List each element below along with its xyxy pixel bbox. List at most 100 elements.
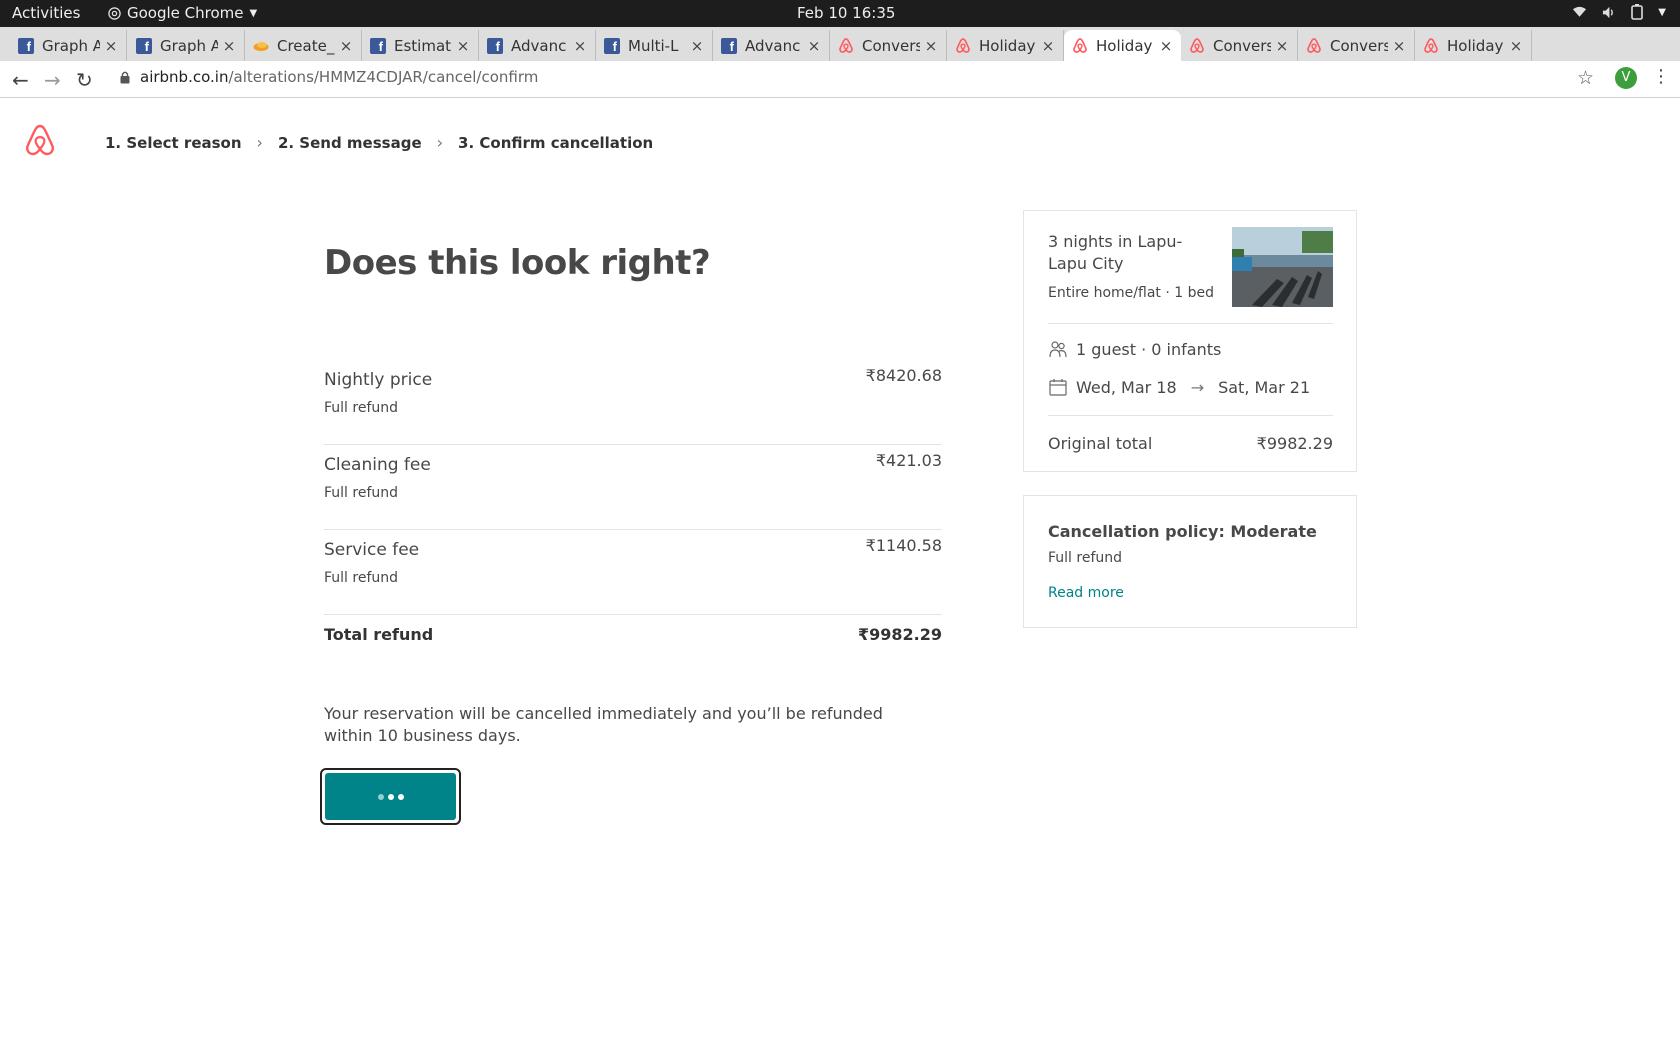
airbnb-logo-icon[interactable] — [25, 124, 55, 156]
address-bar[interactable]: airbnb.co.in/alterations/HMMZ4CDJAR/canc… — [120, 68, 538, 86]
url-path: /alterations/HMMZ4CDJAR/cancel/confirm — [228, 68, 539, 86]
forward-button[interactable]: → — [44, 68, 61, 92]
step-confirm-cancellation: 3. Confirm cancellation — [458, 133, 654, 152]
check-out-date: Sat, Mar 21 — [1218, 377, 1311, 397]
browser-tab[interactable]: f Advanc × — [713, 30, 830, 61]
browser-tab[interactable]: Create_ × — [245, 30, 362, 61]
breadcrumb: 1. Select reason › 2. Send message › 3. … — [105, 133, 653, 152]
close-tab-icon[interactable]: × — [924, 37, 938, 55]
browser-tab[interactable]: f Graph A × — [128, 30, 245, 61]
browser-tab[interactable]: Holiday × — [1064, 30, 1181, 61]
close-tab-icon[interactable]: × — [104, 37, 118, 55]
page-title: Does this look right? — [324, 243, 711, 283]
line-item-refund: Full refund — [324, 485, 399, 501]
clock[interactable]: Feb 10 16:35 — [797, 4, 895, 22]
close-tab-icon[interactable]: × — [1041, 37, 1055, 55]
line-item-label: Cleaning fee — [324, 455, 431, 475]
chevron-right-icon: › — [436, 133, 444, 152]
chevron-right-icon: › — [256, 133, 263, 152]
line-item-amount: ₹1140.58 — [865, 536, 942, 555]
total-refund-label: Total refund — [324, 625, 434, 644]
tab-title: Graph A — [42, 36, 100, 55]
os-top-bar: Activities Google Chrome ▼ Feb 10 16:35 … — [0, 0, 1680, 27]
airbnb-icon — [1072, 38, 1088, 54]
tab-title: Multi-L — [628, 36, 679, 55]
browser-tab[interactable]: f Multi-L × — [596, 30, 713, 61]
browser-tab[interactable]: f Estimat × — [362, 30, 479, 61]
url-host: airbnb.co.in — [140, 68, 229, 86]
browser-tab[interactable]: Holiday × — [1415, 30, 1532, 61]
close-tab-icon[interactable]: × — [1392, 37, 1406, 55]
guest-count: 1 guest · 0 infants — [1076, 339, 1222, 359]
browser-tab[interactable]: Convers × — [1181, 30, 1298, 61]
tab-title: Graph A — [160, 36, 218, 55]
line-item-service-fee: Service fee Full refund ₹1140.58 — [324, 530, 942, 615]
trip-title: 3 nights in Lapu-Lapu City — [1048, 232, 1183, 273]
close-tab-icon[interactable]: × — [573, 37, 587, 55]
back-button[interactable]: ← — [12, 68, 29, 92]
browser-tab[interactable]: Convers × — [1298, 30, 1415, 61]
dates-row: Wed, Mar 18 → Sat, Mar 21 — [1048, 377, 1310, 397]
facebook-icon: f — [18, 37, 34, 54]
read-more-link[interactable]: Read more — [1048, 585, 1124, 601]
trip-subtitle: Entire home/flat · 1 bed — [1048, 285, 1214, 301]
chrome-icon — [108, 6, 121, 20]
bookmark-star-icon[interactable]: ☆ — [1577, 67, 1594, 89]
reload-button[interactable]: ↻ — [76, 68, 93, 92]
tab-title: Convers — [1213, 36, 1271, 55]
original-total-row: Original total ₹9982.29 — [1048, 434, 1333, 453]
close-tab-icon[interactable]: × — [222, 37, 236, 55]
divider — [1048, 415, 1333, 416]
tab-title: Advanc — [745, 36, 801, 55]
browser-menu-icon[interactable]: ⋮ — [1652, 66, 1670, 87]
line-item-amount: ₹8420.68 — [865, 366, 942, 385]
line-item-nightly-price: Nightly price Full refund ₹8420.68 — [324, 360, 942, 445]
app-menu[interactable]: Google Chrome ▼ — [108, 4, 257, 22]
line-item-label: Service fee — [324, 540, 420, 560]
browser-tab[interactable]: f Graph A × — [10, 30, 127, 61]
tab-strip: f Graph A × f Graph A × Create_ × f Estimat × f Adva… — [0, 27, 1680, 82]
step-select-reason[interactable]: 1. Select reason — [105, 134, 242, 152]
close-tab-icon[interactable]: × — [690, 37, 704, 55]
airbnb-icon — [1423, 38, 1439, 54]
total-refund-row: Total refund ₹9982.29 — [324, 625, 942, 651]
battery-icon — [1631, 4, 1644, 20]
tab-title: Holiday — [1096, 36, 1153, 55]
confirm-cancellation-button[interactable] — [320, 768, 461, 825]
divider — [1048, 323, 1333, 324]
tab-title: Create_ — [277, 36, 335, 55]
browser-tab[interactable]: f Advanc × — [479, 30, 596, 61]
step-send-message[interactable]: 2. Send message — [278, 134, 422, 152]
airbnb-icon — [1189, 38, 1205, 54]
profile-avatar[interactable]: V — [1615, 67, 1637, 89]
close-tab-icon[interactable]: × — [339, 37, 353, 55]
loading-dot — [387, 793, 394, 800]
original-total-label: Original total — [1048, 434, 1153, 453]
line-item-cleaning-fee: Cleaning fee Full refund ₹421.03 — [324, 445, 942, 530]
close-tab-icon[interactable]: × — [1159, 37, 1173, 55]
close-tab-icon[interactable]: × — [807, 37, 821, 55]
policy-title: Cancellation policy: Moderate — [1048, 522, 1317, 541]
wifi-icon — [1573, 6, 1587, 17]
lock-icon — [120, 71, 130, 83]
arrow-right-icon: → — [1190, 377, 1205, 397]
app-icon — [253, 38, 269, 54]
facebook-icon: f — [370, 37, 386, 54]
activities-button[interactable]: Activities — [12, 4, 80, 22]
caret-down-icon: ▼ — [1658, 6, 1666, 18]
browser-tab[interactable]: Holiday × — [947, 30, 1064, 61]
close-tab-icon[interactable]: × — [1509, 37, 1523, 55]
browser-tab[interactable]: Convers × — [830, 30, 947, 61]
volume-icon — [1603, 6, 1614, 18]
close-tab-icon[interactable]: × — [1275, 37, 1289, 55]
airbnb-icon — [838, 38, 854, 54]
guest-row: 1 guest · 0 infants — [1048, 339, 1221, 359]
refund-notice: Your reservation will be cancelled immed… — [324, 704, 883, 745]
facebook-icon: f — [136, 37, 152, 54]
close-tab-icon[interactable]: × — [456, 37, 470, 55]
original-total-amount: ₹9982.29 — [1256, 434, 1333, 453]
system-tray[interactable]: ▼ — [1572, 4, 1666, 20]
airbnb-icon — [1306, 38, 1322, 54]
total-refund-amount: ₹9982.29 — [857, 625, 942, 644]
loading-dot — [397, 793, 404, 800]
